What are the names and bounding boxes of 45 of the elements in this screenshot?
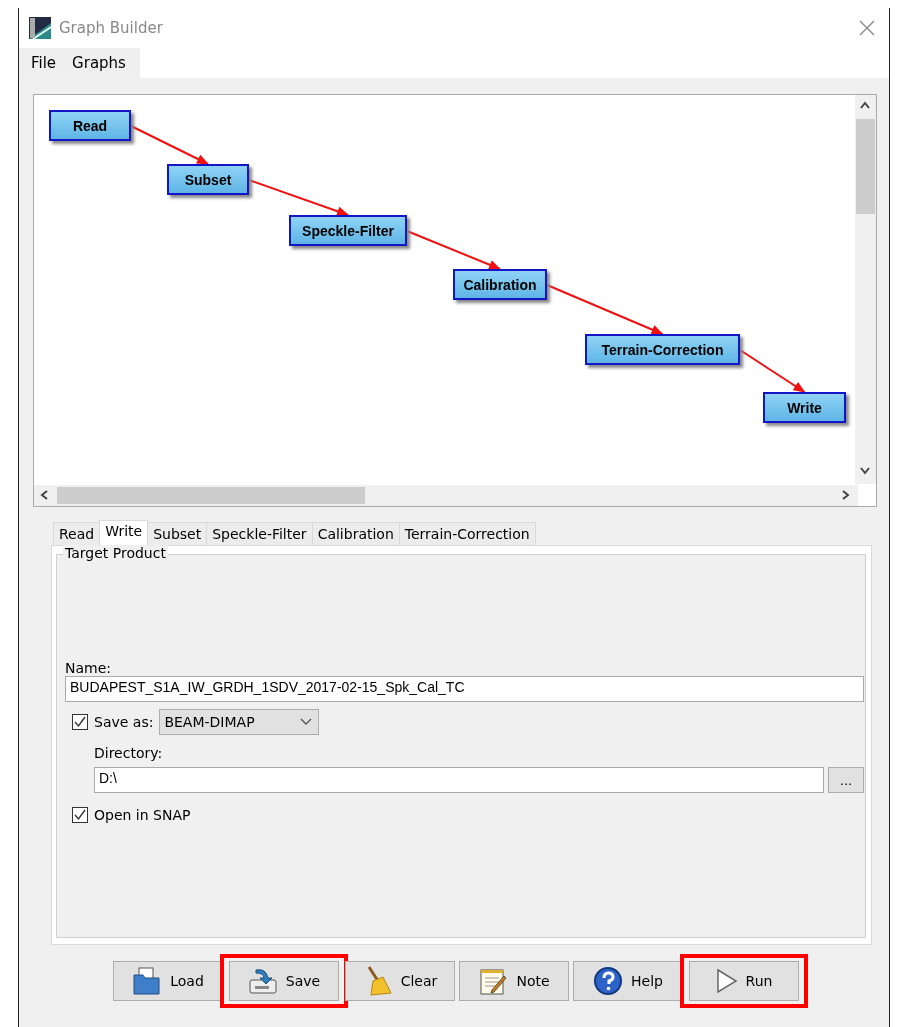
- scrollbar-thumb[interactable]: [57, 487, 365, 504]
- folder-icon: [132, 966, 163, 996]
- disk-arrow-icon: [247, 966, 278, 996]
- name-field[interactable]: BUDAPEST_S1A_IW_GRDH_1SDV_2017-02-15_Spk_Cal_TC: [65, 676, 864, 702]
- checkbox[interactable]: [72, 807, 88, 823]
- run-button[interactable]: Run: [689, 961, 799, 1001]
- format-dropdown[interactable]: BEAM-DIMAP: [159, 709, 320, 735]
- directory-field[interactable]: D:\: [94, 767, 824, 793]
- help-button[interactable]: Help: [573, 961, 683, 1001]
- checkbox[interactable]: [72, 714, 88, 730]
- graph-node[interactable]: Calibration: [453, 269, 547, 300]
- app-logo-icon: [29, 17, 51, 39]
- directory-label: Directory:: [94, 745, 164, 761]
- help-icon: [593, 966, 624, 996]
- open-in-snap-label: Open in SNAP: [94, 807, 191, 823]
- clear-button[interactable]: Clear: [345, 961, 455, 1001]
- name-label: Name:: [65, 660, 113, 676]
- graph-node[interactable]: Write: [763, 392, 846, 423]
- chevron-down-icon: [300, 718, 313, 726]
- graph-node[interactable]: Read: [49, 110, 131, 141]
- tab[interactable]: Speckle-Filter: [206, 522, 313, 545]
- tab[interactable]: Subset: [147, 522, 208, 545]
- tab[interactable]: Read: [53, 522, 101, 545]
- note-button[interactable]: Note: [459, 961, 569, 1001]
- graph-node[interactable]: Speckle-Filter: [289, 215, 407, 246]
- notepad-icon: [478, 966, 509, 996]
- tab[interactable]: Calibration: [311, 522, 400, 545]
- save-as-label: Save as:: [94, 714, 154, 730]
- tab[interactable]: Terrain-Correction: [398, 522, 536, 545]
- window-title: Graph Builder: [59, 19, 164, 37]
- scrollbar-thumb[interactable]: [856, 119, 875, 214]
- graph-node[interactable]: Terrain-Correction: [585, 334, 740, 365]
- menu-item[interactable]: File: [23, 48, 65, 78]
- load-button[interactable]: Load: [113, 961, 223, 1001]
- tab[interactable]: Write: [99, 520, 149, 545]
- vertical-scrollbar[interactable]: [855, 95, 876, 484]
- menu-item[interactable]: Graphs: [64, 48, 134, 78]
- play-icon: [715, 968, 738, 994]
- close-icon[interactable]: [857, 18, 877, 38]
- group-title: Target Product: [63, 545, 168, 561]
- graph-node[interactable]: Subset: [167, 164, 249, 195]
- save-button[interactable]: Save: [229, 961, 339, 1001]
- connector-arrow: [739, 349, 806, 393]
- horizontal-scrollbar[interactable]: [34, 485, 858, 506]
- browse-button[interactable]: ...: [828, 767, 864, 793]
